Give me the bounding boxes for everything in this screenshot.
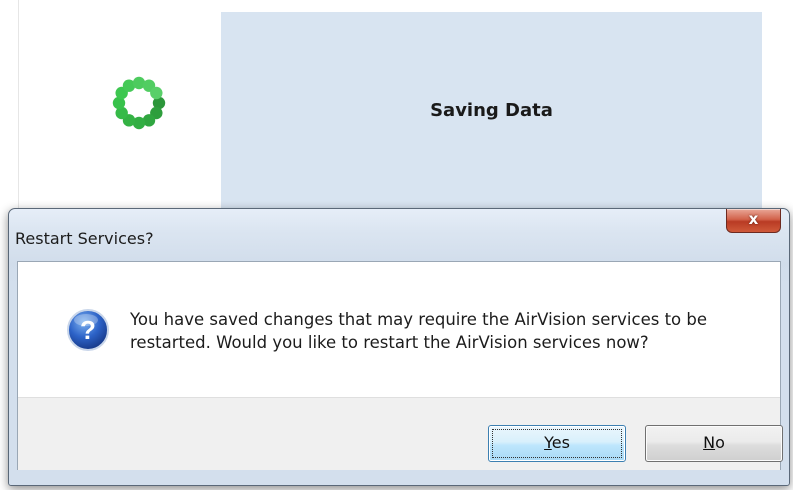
close-icon: x xyxy=(748,210,759,228)
svg-text:?: ? xyxy=(80,315,96,345)
saving-data-title: Saving Data xyxy=(430,100,553,121)
yes-mnemonic: Y xyxy=(544,433,552,452)
progress-spinner-icon xyxy=(112,76,166,130)
restart-services-dialog: Restart Services? x ? You have saved cha… xyxy=(8,208,790,486)
dialog-message: You have saved changes that may require … xyxy=(130,308,750,354)
background-window-left xyxy=(18,0,222,215)
close-button[interactable]: x xyxy=(726,209,781,233)
yes-label-rest: es xyxy=(551,433,570,452)
no-mnemonic: N xyxy=(703,433,716,452)
no-button[interactable]: No xyxy=(645,425,783,462)
question-icon: ? xyxy=(67,309,109,351)
yes-button[interactable]: Yes xyxy=(488,425,626,462)
message-line-2: restarted. Would you like to restart the… xyxy=(130,333,649,352)
dialog-title: Restart Services? xyxy=(15,229,154,248)
dialog-button-bar: Yes No xyxy=(18,397,783,470)
spinner-segment xyxy=(150,86,163,100)
message-line-1: You have saved changes that may require … xyxy=(130,310,708,329)
no-label-rest: o xyxy=(715,433,725,452)
dialog-content: ? You have saved changes that may requir… xyxy=(17,261,783,470)
